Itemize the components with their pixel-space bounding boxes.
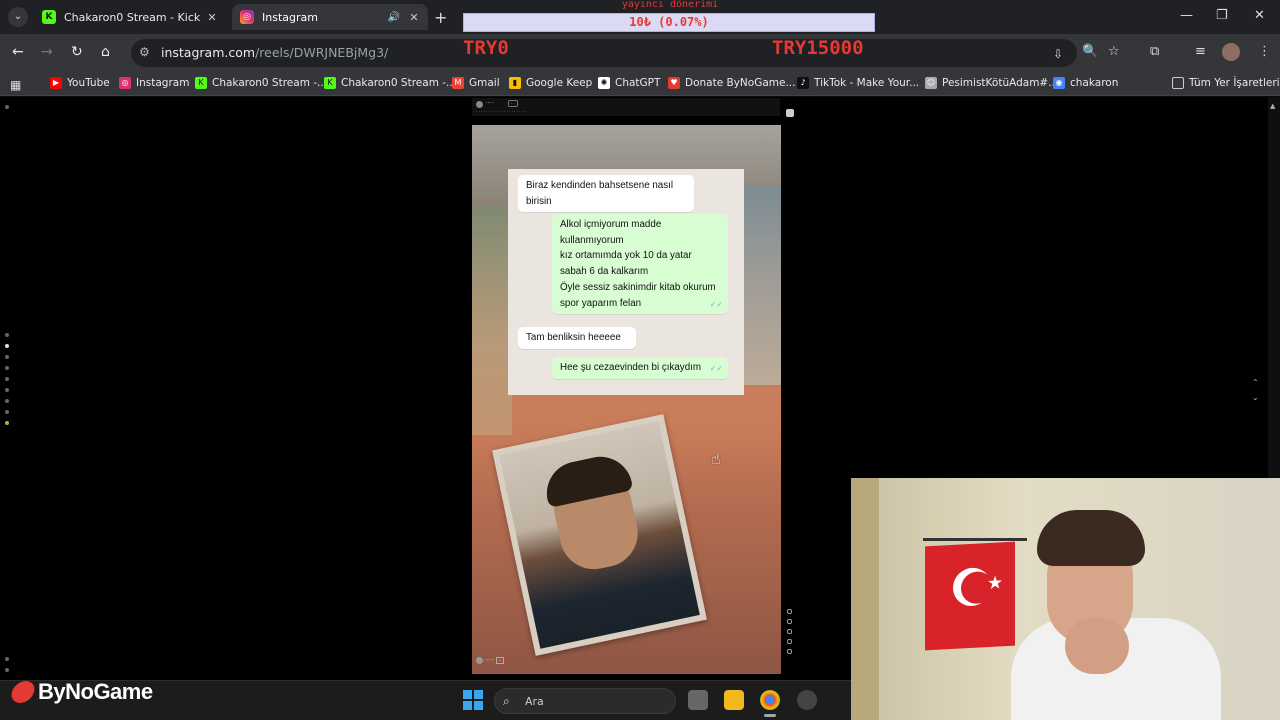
kick-icon: K (195, 77, 207, 89)
home-icon[interactable]: ⌂ (101, 44, 110, 60)
file-explorer-icon[interactable] (724, 690, 744, 710)
chat-message-outgoing: Alkol içmiyorum madde kullanmıyorum kız … (552, 214, 728, 315)
reload-icon[interactable]: ↻ (71, 44, 83, 60)
held-photo (492, 414, 707, 656)
avatar[interactable] (476, 101, 483, 108)
bookmark-youtube[interactable]: ▶ YouTube (50, 77, 110, 89)
bookmark-gmail[interactable]: M Gmail (452, 77, 500, 89)
sidebar-top-dot (5, 105, 11, 116)
bynogame-logo: ByNoGame (9, 679, 153, 705)
gmail-icon: M (452, 77, 464, 89)
bookmark-tiktok[interactable]: ♪ TikTok - Make Your... (797, 77, 919, 89)
close-icon[interactable]: ✕ (204, 11, 220, 24)
kick-icon: K (324, 77, 336, 89)
all-bookmarks[interactable]: Tüm Yer İşaretleri (1172, 77, 1280, 89)
url-text: instagram.com/reels/DWRJNEBjMg3/ (161, 45, 389, 60)
star-icon[interactable]: ☆ (1108, 44, 1120, 59)
extensions-icon[interactable]: ⧉ (1150, 44, 1159, 59)
previous-reel-arrow-icon[interactable]: ⌃ (1252, 378, 1259, 387)
chat-message-incoming: Tam benliksin heeeee (518, 327, 636, 349)
screen: ⌄ K Chakaron0 Stream - Kick Dashb ✕ ◎ In… (0, 0, 1280, 720)
donation-max-label: TRY15000 (772, 37, 864, 59)
scroll-up-arrow-icon[interactable]: ▲ (1270, 102, 1275, 110)
active-app-indicator (764, 714, 776, 717)
previous-reel-footer: ····· · · · · · · · · · · · · · · · · · … (472, 98, 780, 116)
reel-caption: · · · · · · · · · · · · · · · · · · · · (476, 109, 526, 114)
browser-toolbar: ← → ↻ ⌂ ⚙ instagram.com/reels/DWRJNEBjMg… (0, 34, 1280, 72)
turkish-flag: ★ (925, 541, 1015, 651)
donation-progress-bar: 10₺ (0.07%) (463, 13, 875, 32)
install-app-icon[interactable]: ⇩ (1053, 47, 1063, 61)
bookmark-donate-bynogame[interactable]: ♥ Donate ByNoGame... (668, 77, 795, 89)
avatar[interactable] (476, 657, 483, 664)
tab-title: Instagram (262, 10, 318, 24)
address-bar[interactable]: ⚙ instagram.com/reels/DWRJNEBjMg3/ ⇩ (131, 39, 1077, 67)
close-icon[interactable]: ✕ (406, 11, 422, 24)
new-tab-plus-icon[interactable]: + (434, 8, 447, 27)
apps-grid-icon[interactable]: ▦ (10, 78, 21, 92)
chrome-icon[interactable] (760, 690, 780, 710)
tab-instagram[interactable]: ◎ Instagram 🔊 ✕ (232, 4, 428, 30)
tab-search-chevron-icon[interactable]: ⌄ (8, 7, 28, 27)
bynogame-icon: ♥ (668, 77, 680, 89)
reel-video[interactable]: Biraz kendinden bahsetsene nasıl birisin… (472, 125, 781, 674)
reel-username[interactable]: ····· (486, 100, 494, 106)
double-check-icon: ✓✓ (709, 364, 723, 373)
window-close-icon[interactable]: ✕ (1254, 8, 1265, 23)
forward-arrow-icon[interactable]: → (41, 44, 53, 60)
profile-avatar[interactable] (1222, 43, 1240, 61)
tab-title: Chakaron0 Stream - Kick Dashb (64, 10, 204, 24)
kick-icon: K (42, 10, 56, 24)
chat-message-outgoing: Hee şu cezaevinden bi çıkaydım ✓✓ (552, 357, 728, 379)
donation-min-label: TRY0 (463, 37, 509, 59)
bookmark-chakaron[interactable]: ◉ chakaron (1053, 77, 1118, 89)
chrome-icon: ◉ (1053, 77, 1065, 89)
speaker-icon[interactable]: 🔊 (386, 12, 402, 23)
avatar-icon: ☺ (925, 77, 937, 89)
obs-icon[interactable] (797, 690, 817, 710)
double-check-icon: ✓✓ (709, 299, 723, 309)
reel-footer: ········ ·· (476, 656, 505, 664)
bookmark-google-keep[interactable]: ▮ Google Keep (509, 77, 592, 89)
taskbar-search[interactable]: ⌕ Ara (494, 688, 676, 714)
menu-kebab-icon[interactable]: ⋮ (1258, 44, 1271, 59)
media-control-icon[interactable]: ≡ (1195, 44, 1206, 59)
tab-kick-dashboard[interactable]: K Chakaron0 Stream - Kick Dashb ✕ (34, 4, 226, 30)
hand-cursor-icon: ☝ (711, 449, 721, 468)
search-icon: ⌕ (503, 694, 510, 708)
reel-action-icons[interactable] (787, 609, 793, 659)
folder-icon (1172, 77, 1184, 89)
zoom-icon[interactable]: 🔍 (1082, 44, 1098, 59)
follow-button[interactable]: ·· (495, 656, 505, 664)
tiktok-icon: ♪ (797, 77, 809, 89)
back-arrow-icon[interactable]: ← (12, 44, 24, 60)
instagram-icon: ◎ (119, 77, 131, 89)
keep-icon: ▮ (509, 77, 521, 89)
sidebar-more-icon[interactable] (5, 657, 11, 679)
bookmark-kick-2[interactable]: K Chakaron0 Stream -... (324, 77, 456, 89)
overlay-label: yayıncı dönerimi (621, 0, 719, 10)
bookmark-pesimist[interactable]: ☺ PesimistKötüAdam#... (925, 77, 1058, 89)
bookmark-chatgpt[interactable]: ✺ ChatGPT (598, 77, 660, 89)
task-view-icon[interactable] (688, 690, 708, 710)
follow-button[interactable]: · · (508, 100, 518, 107)
minimize-icon[interactable]: — (1180, 8, 1193, 23)
chatgpt-icon: ✺ (598, 77, 610, 89)
restore-icon[interactable]: ❐ (1216, 8, 1228, 23)
next-reel-arrow-icon[interactable]: ⌄ (1252, 393, 1259, 402)
bookmark-instagram[interactable]: ◎ Instagram (119, 77, 189, 89)
youtube-icon: ▶ (50, 77, 62, 89)
windows-start-icon[interactable] (463, 690, 483, 710)
site-info-icon[interactable]: ⚙ (139, 45, 150, 59)
instagram-icon: ◎ (240, 10, 254, 24)
chat-message-incoming: Biraz kendinden bahsetsene nasıl birisin (518, 175, 694, 213)
bynogame-icon (9, 681, 37, 703)
bookmark-kick-1[interactable]: K Chakaron0 Stream -... (195, 77, 327, 89)
bookmarks-bar: ▦ ▶ YouTube ◎ Instagram K Chakaron0 Stream … (0, 72, 1280, 96)
whatsapp-chat-screenshot: Biraz kendinden bahsetsene nasıl birisin… (508, 169, 744, 395)
more-options-icon[interactable] (786, 109, 794, 117)
instagram-sidebar-nav[interactable] (5, 333, 11, 432)
background-building (472, 205, 512, 435)
webcam-feed: ★ (851, 478, 1280, 720)
